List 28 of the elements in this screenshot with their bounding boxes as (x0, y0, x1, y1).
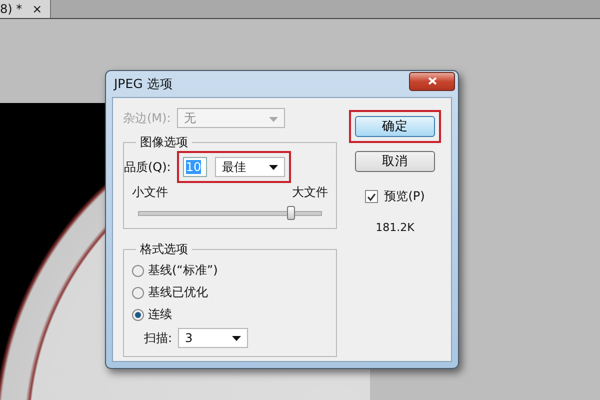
file-size: 181.2K (376, 221, 414, 234)
caret-icon (268, 117, 278, 122)
radio-option[interactable]: 基线(“标准”) (132, 262, 328, 279)
preview-label: 预览(P) (384, 188, 425, 205)
caret-icon (232, 336, 242, 340)
close-icon (428, 77, 436, 85)
quality-slider[interactable] (138, 206, 322, 220)
matte-label: 杂边(M): (123, 110, 171, 126)
group-title: 格式选项 (139, 241, 189, 258)
caret-icon (268, 164, 278, 170)
radio-option[interactable]: 连续 (132, 306, 328, 323)
tab-title: 8) * (0, 2, 22, 16)
scans-dropdown[interactable]: 3 (178, 328, 248, 348)
radio-option[interactable]: 基线已优化 (132, 284, 328, 301)
quality-label: 品质(Q): (124, 158, 171, 176)
window-title: JPEG 选项 (114, 76, 173, 92)
quality-dropdown[interactable]: 最佳 (214, 157, 285, 177)
group-title: 图像选项 (139, 134, 189, 151)
document-tab[interactable]: 8) * × (0, 0, 52, 18)
scans-label: 扫描: (144, 330, 172, 346)
slider-thumb[interactable] (286, 206, 295, 220)
close-icon[interactable]: × (32, 2, 42, 16)
preview-checkbox[interactable] (365, 190, 378, 203)
min-label: 小文件 (132, 184, 168, 201)
ok-button[interactable]: 确定 (355, 116, 435, 137)
cancel-button[interactable]: 取消 (355, 151, 435, 172)
max-label: 大文件 (292, 184, 328, 201)
close-button[interactable] (409, 72, 455, 90)
